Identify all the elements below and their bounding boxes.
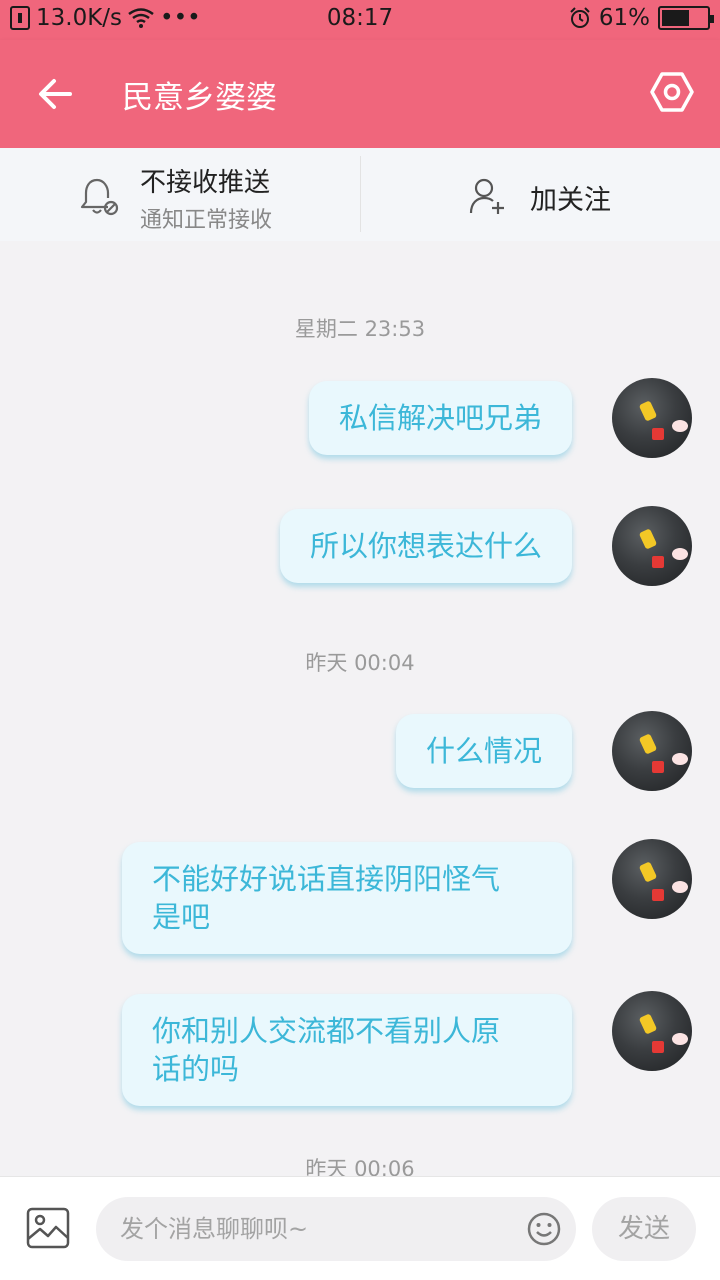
message-bubble[interactable]: 什么情况 <box>395 714 572 788</box>
avatar[interactable] <box>612 839 692 919</box>
message-input[interactable] <box>96 1197 576 1261</box>
send-button[interactable]: 发送 <box>592 1197 696 1261</box>
avatar-glow <box>672 881 688 893</box>
chat-area[interactable]: 星期二 23:53 私信解决吧兄弟 所以你想表达什么 昨天 00:04 什么情况… <box>0 241 720 1176</box>
message-bubble[interactable]: 你和别人交流都不看别人原 话的吗 <box>122 994 572 1106</box>
avatar-glow <box>672 1033 688 1045</box>
hexagon-settings-icon <box>650 72 694 112</box>
avatar-glow <box>672 420 688 432</box>
push-toggle[interactable]: 不接收推送 通知正常接收 <box>0 148 360 241</box>
avatar-mouth <box>652 761 664 773</box>
alarm-icon <box>570 7 590 28</box>
timestamp: 昨天 00:06 <box>305 1157 415 1176</box>
avatar-mouth <box>652 889 664 901</box>
image-icon <box>26 1207 70 1249</box>
status-right: 61% <box>569 5 714 31</box>
avatar[interactable] <box>612 378 692 458</box>
back-button[interactable] <box>36 74 76 114</box>
avatar-eye <box>638 861 658 883</box>
timestamp: 昨天 00:04 <box>305 651 415 675</box>
message-bubble[interactable]: 私信解决吧兄弟 <box>308 381 572 455</box>
message-bubble[interactable]: 所以你想表达什么 <box>279 509 572 583</box>
battery-percent: 61% <box>598 5 650 31</box>
message-bubble[interactable]: 不能好好说话直接阴阳怪气 是吧 <box>122 842 572 954</box>
bell-off-icon <box>80 178 119 216</box>
image-button[interactable] <box>26 1207 70 1249</box>
avatar-mouth <box>652 1041 664 1053</box>
avatar[interactable] <box>612 991 692 1071</box>
avatar-mouth <box>652 556 664 568</box>
follow-label: 加关注 <box>530 185 611 216</box>
avatar-eye <box>638 400 658 422</box>
smiley-icon <box>527 1212 561 1246</box>
battery-fill <box>662 10 689 26</box>
status-bar: 13.0K/s ••• 08:17 61% <box>0 0 720 40</box>
battery-icon <box>658 6 714 30</box>
page-title: 民意乡婆婆 <box>122 80 277 116</box>
emoji-button[interactable] <box>526 1211 562 1247</box>
avatar-mouth <box>652 428 664 440</box>
avatar-glow <box>672 753 688 765</box>
avatar-eye <box>638 528 658 550</box>
avatar[interactable] <box>612 711 692 791</box>
avatar-eye <box>638 733 658 755</box>
push-subtitle: 通知正常接收 <box>140 208 273 233</box>
timestamp: 星期二 23:53 <box>294 317 426 341</box>
composer-bar: 发送 <box>0 1176 720 1280</box>
follow-button[interactable]: 加关注 <box>360 148 720 241</box>
push-title: 不接收推送 <box>140 168 271 198</box>
avatar-glow <box>672 548 688 560</box>
user-plus-icon <box>469 178 504 214</box>
avatar[interactable] <box>612 506 692 586</box>
action-row: 不接收推送 通知正常接收 加关注 <box>0 148 720 241</box>
arrow-left-icon <box>39 79 72 109</box>
settings-button[interactable] <box>650 70 694 114</box>
title-bar: 民意乡婆婆 <box>0 40 720 148</box>
avatar-eye <box>638 1013 658 1035</box>
